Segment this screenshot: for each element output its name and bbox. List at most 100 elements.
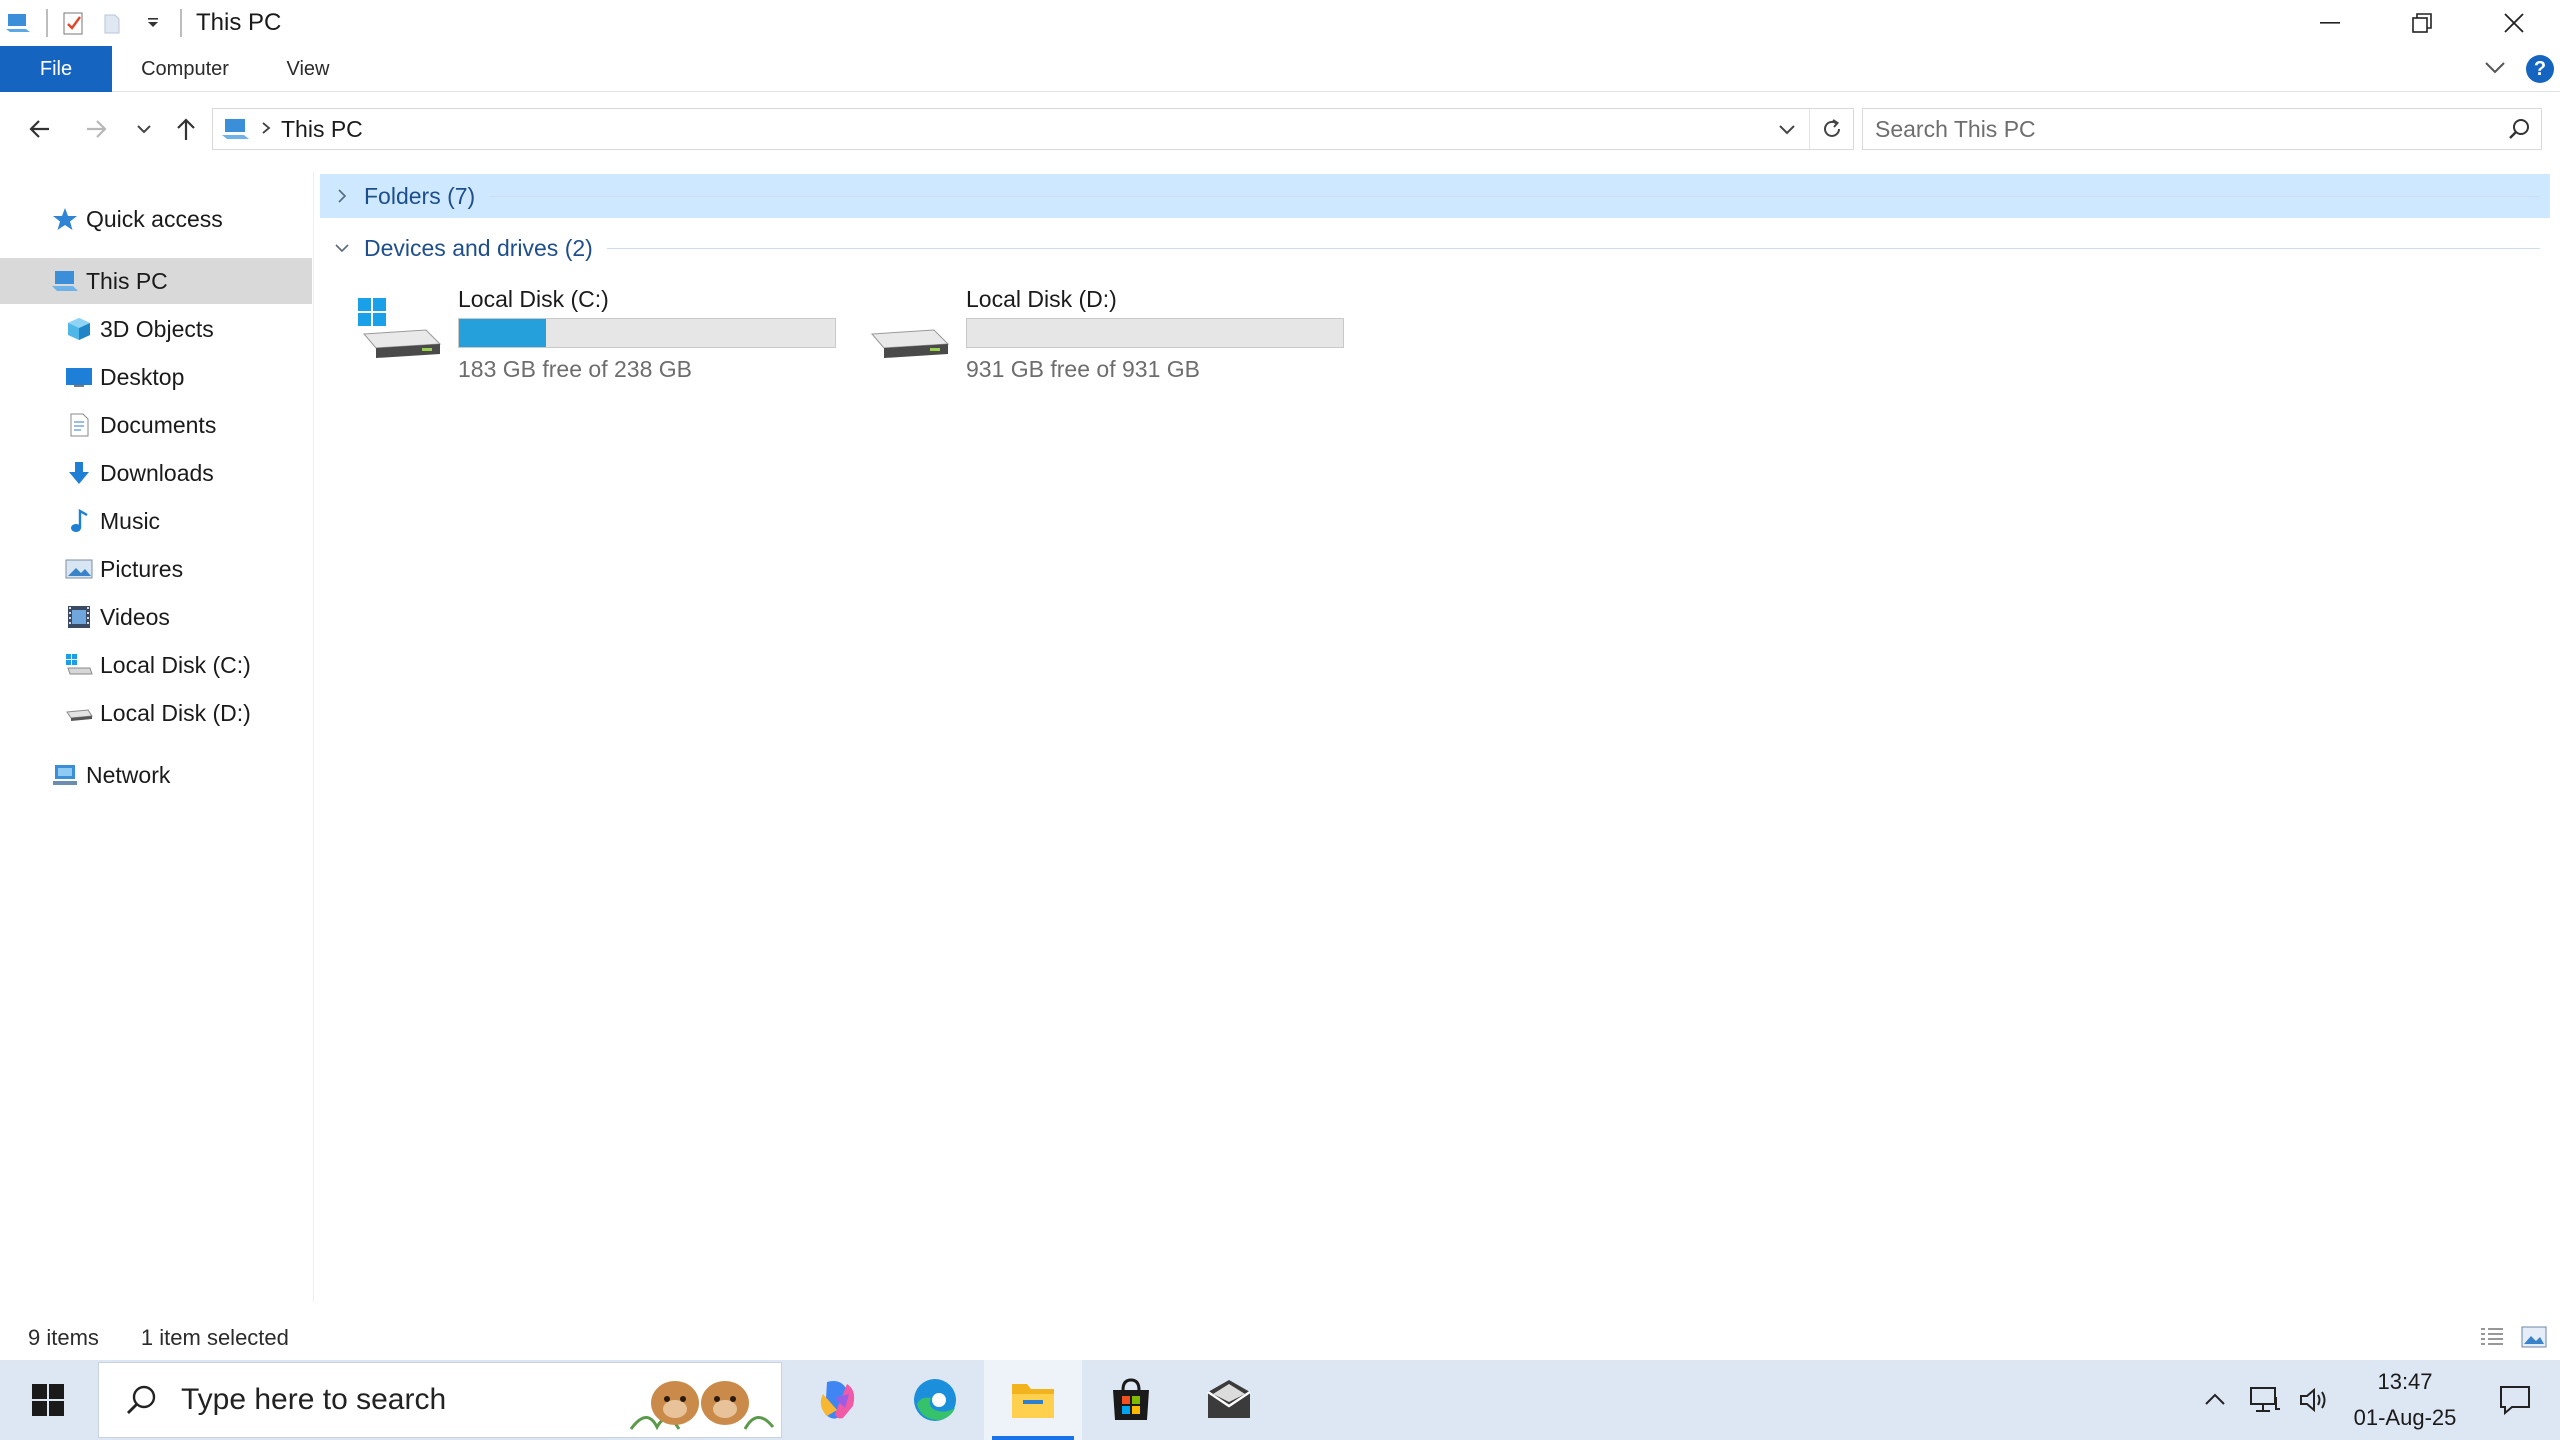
drive-free-space: 931 GB free of 931 GB (966, 356, 1200, 382)
status-bar: 9 items 1 item selected (0, 1316, 2560, 1360)
navigation-row: This PC (0, 104, 2560, 154)
this-pc-icon (221, 115, 253, 143)
tab-file[interactable]: File (0, 46, 112, 92)
microsoft-store-icon[interactable] (1082, 1360, 1180, 1440)
large-icons-view-icon[interactable] (2520, 1324, 2548, 1356)
clock-time: 13:47 (2377, 1369, 2433, 1394)
window-title: This PC (196, 9, 282, 36)
drive-tile-local-disk-c[interactable]: Local Disk (C:) 183 GB free of 238 GB (356, 278, 856, 388)
nav-item-network[interactable]: Network (0, 752, 312, 798)
toolbar-separator (46, 9, 48, 37)
nav-item-quick-access[interactable]: Quick access (0, 196, 312, 242)
system-tray: 13:47 01-Aug-25 (2190, 1360, 2560, 1440)
view-toggles (2478, 1324, 2548, 1356)
file-explorer-app-icon[interactable] (984, 1360, 1082, 1440)
back-button[interactable] (20, 104, 60, 154)
nav-item-desktop[interactable]: Desktop (0, 354, 312, 400)
ribbon-tabs: File Computer View ? (0, 46, 2560, 92)
search-input[interactable] (1863, 115, 2463, 143)
notification-center-icon[interactable] (2470, 1360, 2560, 1440)
nav-item-videos[interactable]: Videos (0, 594, 312, 640)
expand-ribbon-chevron-icon[interactable] (2482, 54, 2508, 85)
drive-tile-local-disk-d[interactable]: Local Disk (D:) 931 GB free of 931 GB (864, 278, 1364, 388)
nav-item-pictures[interactable]: Pictures (0, 546, 312, 592)
new-folder-icon[interactable] (98, 8, 128, 38)
group-divider (606, 247, 2540, 249)
taskbar-clock[interactable]: 13:47 01-Aug-25 (2340, 1360, 2470, 1440)
forward-button[interactable] (76, 104, 116, 154)
search-icon (121, 1380, 161, 1420)
group-header-folders[interactable]: Folders (7) (320, 174, 2550, 218)
copilot-app-icon[interactable] (788, 1360, 886, 1440)
search-highlight-illustration-icon (629, 1381, 775, 1431)
network-status-icon[interactable] (2240, 1360, 2290, 1440)
pictures-icon (64, 554, 94, 584)
nav-item-3d-objects[interactable]: 3D Objects (0, 306, 312, 352)
drive-usage-bar (458, 318, 836, 348)
downloads-icon (64, 458, 94, 488)
this-pc-icon[interactable] (4, 8, 34, 38)
desktop-icon (64, 362, 94, 392)
recent-locations-chevron-icon[interactable] (124, 104, 164, 154)
close-button[interactable] (2468, 0, 2560, 46)
title-bar: This PC (0, 0, 2560, 46)
group-divider (489, 195, 2540, 197)
taskbar-search-placeholder: Type here to search (181, 1383, 447, 1416)
mail-app-icon[interactable] (1180, 1360, 1278, 1440)
ribbon-right-controls: ? (2482, 46, 2554, 92)
hard-drive-icon (64, 698, 94, 728)
documents-icon (64, 410, 94, 440)
tab-view[interactable]: View (258, 46, 358, 92)
edge-browser-icon[interactable] (886, 1360, 984, 1440)
windows-logo-icon (32, 1384, 64, 1416)
nav-item-documents[interactable]: Documents (0, 402, 312, 448)
start-button[interactable] (0, 1360, 96, 1440)
clock-date: 01-Aug-25 (2353, 1405, 2457, 1430)
nav-item-local-disk-c[interactable]: Local Disk (C:) (0, 642, 312, 688)
music-icon (64, 506, 94, 536)
restore-button[interactable] (2376, 0, 2468, 46)
help-icon[interactable]: ? (2526, 55, 2554, 83)
chevron-down-icon[interactable] (328, 239, 356, 257)
nav-item-this-pc[interactable]: This PC (0, 258, 312, 304)
search-icon[interactable] (2503, 113, 2535, 145)
nav-item-music[interactable]: Music (0, 498, 312, 544)
address-bar[interactable]: This PC (212, 108, 1854, 150)
status-items-count: 9 items (28, 1325, 99, 1350)
quick-access-toolbar: This PC (0, 0, 281, 46)
status-selection: 1 item selected (140, 1325, 289, 1350)
taskbar-search-box[interactable]: Type here to search (98, 1362, 782, 1438)
refresh-icon[interactable] (1809, 109, 1853, 149)
3d-objects-icon (64, 314, 94, 344)
drive-name: Local Disk (D:) (966, 286, 1117, 312)
windows-drive-icon (64, 650, 94, 680)
minimize-button[interactable] (2284, 0, 2376, 46)
toolbar-separator (180, 9, 182, 37)
up-button[interactable] (166, 104, 206, 154)
breadcrumb-this-pc[interactable]: This PC (281, 116, 363, 143)
volume-icon[interactable] (2290, 1360, 2340, 1440)
chevron-right-icon[interactable] (328, 188, 356, 204)
group-header-devices-and-drives[interactable]: Devices and drives (2) (320, 226, 2550, 270)
star-icon (50, 204, 80, 234)
drive-usage-fill (459, 319, 546, 347)
show-hidden-icons-chevron-icon[interactable] (2190, 1360, 2240, 1440)
nav-item-local-disk-d[interactable]: Local Disk (D:) (0, 690, 312, 736)
content-area: Folders (7) Devices and drives (2) Local… (320, 172, 2550, 1302)
network-icon (50, 760, 80, 790)
tab-computer[interactable]: Computer (112, 46, 258, 92)
drive-usage-bar (966, 318, 1344, 348)
drive-free-space: 183 GB free of 238 GB (458, 356, 692, 382)
address-history-chevron-icon[interactable] (1769, 109, 1805, 149)
properties-icon[interactable] (58, 8, 88, 38)
details-view-icon[interactable] (2478, 1324, 2506, 1356)
search-box[interactable] (1862, 108, 2542, 150)
breadcrumb-chevron-icon[interactable] (259, 118, 273, 141)
customize-toolbar-chevron-icon[interactable] (138, 8, 168, 38)
windows-drive-icon (358, 298, 442, 358)
nav-item-downloads[interactable]: Downloads (0, 450, 312, 496)
window-controls (2284, 0, 2560, 46)
drive-name: Local Disk (C:) (458, 286, 609, 312)
hard-drive-icon (870, 329, 950, 358)
navigation-pane: Quick access This PC 3D Objects Desktop … (0, 172, 314, 1302)
